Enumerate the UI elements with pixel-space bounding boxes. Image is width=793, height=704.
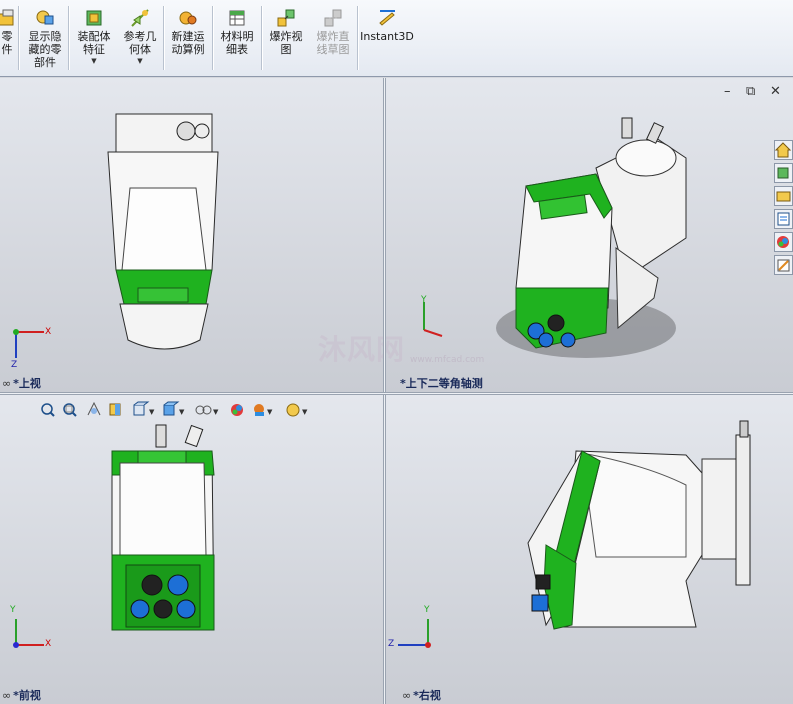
minimize-icon[interactable]: –: [724, 84, 731, 99]
viewport-label: ∞ *上视: [2, 377, 41, 390]
toolbar-separator: [68, 6, 70, 70]
viewport-label: *上下二等角轴测: [400, 377, 483, 390]
explode-line-sketch-button[interactable]: 爆炸直 线草图: [311, 8, 355, 56]
reference-geometry-icon: [130, 8, 150, 28]
z-axis-label: Z: [11, 360, 18, 370]
file-explorer-icon[interactable]: [774, 186, 793, 206]
svg-text:▼: ▼: [302, 408, 308, 416]
toolbar-separator: [163, 6, 165, 70]
zoom-to-area-icon: [63, 403, 77, 417]
new-motion-study-button[interactable]: 新建运 动算例: [166, 8, 210, 56]
show-hidden-icon: [35, 8, 55, 28]
viewport-label: ∞ *右视: [402, 689, 441, 702]
axis-triad: [398, 619, 431, 648]
close-icon[interactable]: ✕: [770, 84, 781, 99]
assembly-features-button[interactable]: 装配体 特征 ▼: [72, 8, 116, 65]
svg-text:▼: ▼: [149, 408, 155, 416]
command-manager-toolbar: 零 件 显示隐 藏的零 部件 装配体 特征 ▼ 参考几 何体 ▼ 新建运 动算例: [0, 0, 793, 77]
part-icon: [0, 8, 17, 28]
bom-table-icon: [227, 8, 247, 28]
exploded-view-icon: [276, 8, 296, 28]
view-orientation-icon: ∞: [2, 377, 12, 390]
view-palette-icon[interactable]: [774, 209, 793, 229]
z-axis-label: Z: [388, 639, 395, 649]
view-orientation-icon: ∞: [402, 689, 412, 702]
toolbar-separator: [261, 6, 263, 70]
watermark-logo: 沐风网: [318, 333, 406, 366]
toolbar-item-part[interactable]: 零 件: [0, 8, 18, 56]
reference-geometry-button[interactable]: 参考几 何体 ▼: [118, 8, 162, 65]
x-axis-label: X: [45, 639, 52, 649]
y-axis-label: Y: [424, 605, 430, 615]
view-orientation-icon: ▼: [133, 401, 155, 416]
watermark-url: www.mfcad.com: [410, 355, 485, 365]
view-settings-icon: ▼: [286, 403, 308, 417]
viewport-dimetric-view[interactable]: – ⧉ ✕ Y *上下二等角轴测: [386, 78, 793, 392]
explode-line-icon: [323, 8, 343, 28]
viewport-label: ∞ *前视: [2, 689, 41, 702]
toolbar-separator: [357, 6, 359, 70]
display-style-icon: ▼: [163, 401, 185, 416]
section-view-icon: [109, 403, 121, 416]
heads-up-view-toolbar: ▼ ▼ ▼ ▼ ▼: [40, 401, 315, 419]
motion-study-icon: [178, 8, 198, 28]
edit-appearance-icon: [231, 404, 243, 416]
restore-icon[interactable]: ⧉: [746, 84, 755, 99]
x-axis-label: X: [45, 327, 52, 337]
y-axis-label: Y: [10, 605, 16, 615]
previous-view-icon: [87, 401, 101, 416]
viewport-front-view[interactable]: Y X ∞ *前视: [0, 395, 383, 704]
toolbar-separator: [18, 6, 20, 70]
axis-triad: [423, 302, 443, 337]
appearances-icon[interactable]: [774, 232, 793, 252]
show-hidden-components-button[interactable]: 显示隐 藏的零 部件: [23, 8, 67, 69]
dropdown-arrow-icon[interactable]: ▼: [72, 57, 116, 65]
svg-text:▼: ▼: [179, 408, 185, 416]
zoom-to-fit-icon: [41, 403, 55, 417]
hide-show-items-icon: ▼: [195, 405, 219, 416]
dropdown-arrow-icon[interactable]: ▼: [118, 57, 162, 65]
custom-properties-icon[interactable]: [774, 255, 793, 275]
viewport-vertical-splitter[interactable]: [383, 78, 386, 704]
design-library-icon[interactable]: [774, 163, 793, 183]
toolbar-separator: [212, 6, 214, 70]
viewport-horizontal-splitter[interactable]: [0, 392, 793, 395]
y-axis-label: Y: [421, 295, 427, 305]
view-orientation-icon: ∞: [2, 689, 12, 702]
bill-of-materials-button[interactable]: 材料明 细表: [215, 8, 259, 56]
front-view-model: [111, 424, 215, 631]
svg-text:▼: ▼: [267, 408, 273, 416]
svg-text:▼: ▼: [213, 408, 219, 416]
home-icon[interactable]: [774, 140, 793, 160]
instant3d-icon: [377, 8, 397, 28]
instant3d-button[interactable]: Instant3D: [360, 8, 414, 43]
viewport-right-view[interactable]: Y Z ∞ *右视: [386, 395, 793, 704]
assembly-features-icon: [84, 8, 104, 28]
exploded-view-button[interactable]: 爆炸视 图: [264, 8, 308, 56]
right-view-model: [527, 420, 751, 630]
apply-scene-icon: ▼: [254, 404, 273, 416]
